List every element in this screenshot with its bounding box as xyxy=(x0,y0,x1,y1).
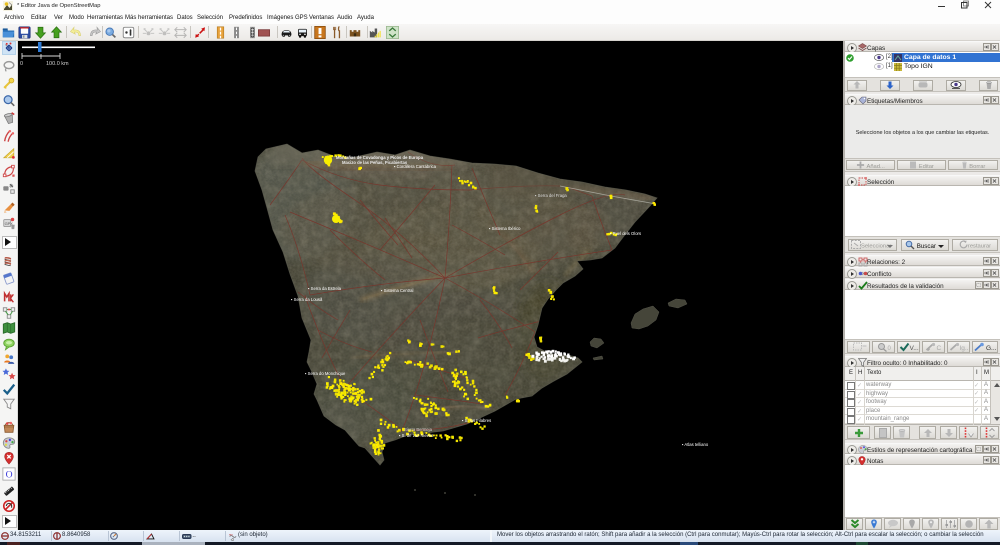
svg-text:▪ Serra da Estrela: ▪ Serra da Estrela xyxy=(308,286,342,291)
svg-text:V...: V... xyxy=(909,345,918,352)
svg-text:▪ Cordillera Cantábrica: ▪ Cordillera Cantábrica xyxy=(394,164,437,169)
svg-text:▪ Puel dels Olors: ▪ Puel dels Olors xyxy=(610,231,641,236)
svg-text:▪ S. los Filabres: ▪ S. los Filabres xyxy=(462,418,491,423)
svg-text:▪ Serra da Lousã: ▪ Serra da Lousã xyxy=(291,297,323,302)
svg-text:Sierra Bermeja: Sierra Bermeja xyxy=(404,427,433,432)
svg-text:--: -- xyxy=(193,534,197,539)
svg-text:▪ Atlas telliano: ▪ Atlas telliano xyxy=(682,442,709,447)
svg-text:▪ Sistema Central: ▪ Sistema Central xyxy=(381,288,414,293)
svg-text:▪ Serra do Monchique: ▪ Serra do Monchique xyxy=(305,371,346,376)
svg-text:G...: G... xyxy=(986,345,997,352)
svg-text:0: 0 xyxy=(20,61,23,67)
svg-text:0: 0 xyxy=(887,346,891,352)
svg-text:▪ Sistema Ibérico: ▪ Sistema Ibérico xyxy=(489,226,521,231)
svg-text:C: C xyxy=(936,345,941,352)
svg-text:O: O xyxy=(6,470,13,481)
svg-text:100.0 km: 100.0 km xyxy=(46,61,69,67)
svg-text:Ig...: Ig... xyxy=(959,345,969,352)
svg-text:▪ S. de Las Nieves: ▪ S. de Las Nieves xyxy=(399,433,433,438)
svg-text:▪ Serra del Fraga: ▪ Serra del Fraga xyxy=(535,193,567,198)
